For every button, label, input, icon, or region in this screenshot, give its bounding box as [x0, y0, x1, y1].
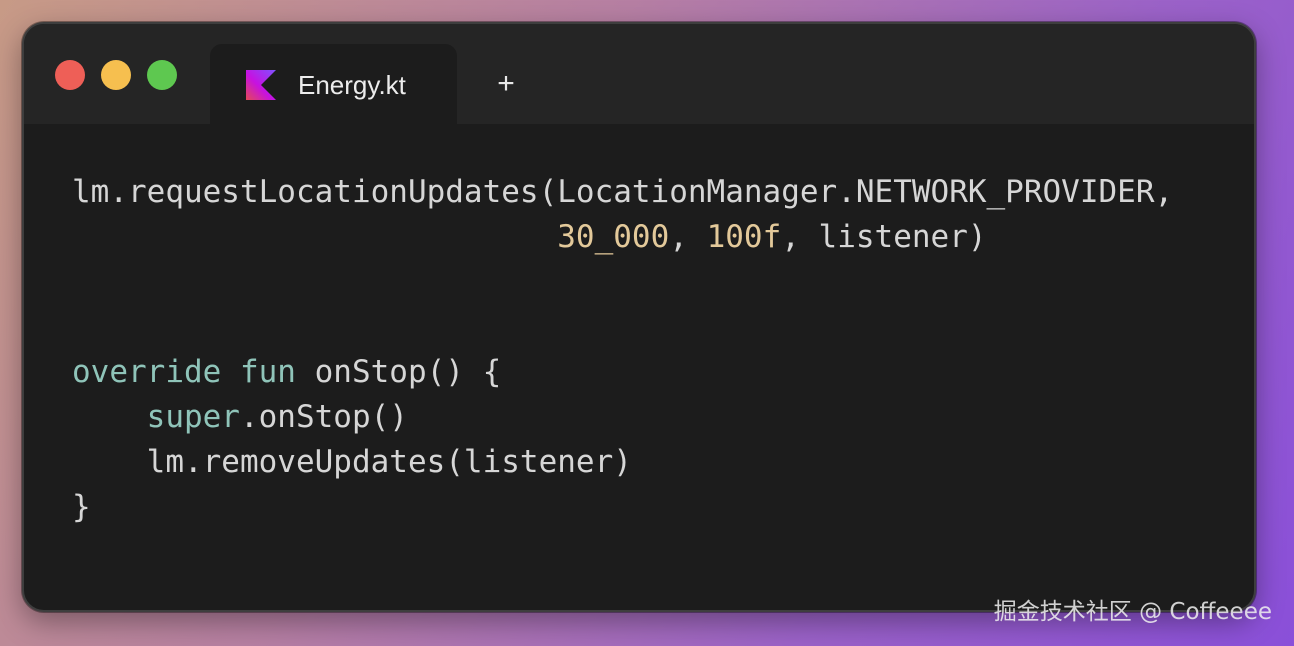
code-token: , listener): [781, 219, 987, 255]
code-token: lm.requestLocationUpdates(LocationManage…: [72, 174, 1174, 210]
tab-energy-kt[interactable]: Energy.kt: [210, 44, 457, 124]
code-line: override fun onStop() {: [72, 350, 1173, 395]
watermark: 掘金技术社区 @ Coffeeee: [993, 599, 1272, 625]
minimize-button[interactable]: [101, 60, 131, 90]
code-line: lm.removeUpdates(listener): [72, 440, 1173, 485]
code-token: fun: [239, 354, 296, 390]
tab-title: Energy.kt: [298, 70, 406, 100]
code-token: ,: [669, 219, 707, 255]
code-line: super.onStop(): [72, 395, 1173, 440]
code-editor[interactable]: lm.requestLocationUpdates(LocationManage…: [72, 170, 1173, 530]
kotlin-logo-icon: [246, 70, 276, 100]
code-line: 30_000, 100f, listener): [72, 215, 1173, 260]
code-window: Energy.kt + lm.requestLocationUpdates(Lo…: [22, 22, 1256, 612]
code-line: lm.requestLocationUpdates(LocationManage…: [72, 170, 1173, 215]
code-line: }: [72, 485, 1173, 530]
code-token: super: [146, 399, 240, 435]
code-token: lm.removeUpdates(listener): [72, 444, 632, 480]
code-token: 30_000: [557, 219, 670, 255]
title-bar: Energy.kt +: [24, 24, 1254, 124]
code-token: onStop() {: [295, 354, 502, 390]
code-token: }: [72, 489, 91, 525]
code-token: override: [72, 354, 222, 390]
new-tab-button[interactable]: +: [486, 64, 526, 104]
code-token: 100f: [706, 219, 782, 255]
code-token: .onStop(): [239, 399, 408, 435]
zoom-button[interactable]: [147, 60, 177, 90]
close-button[interactable]: [55, 60, 85, 90]
